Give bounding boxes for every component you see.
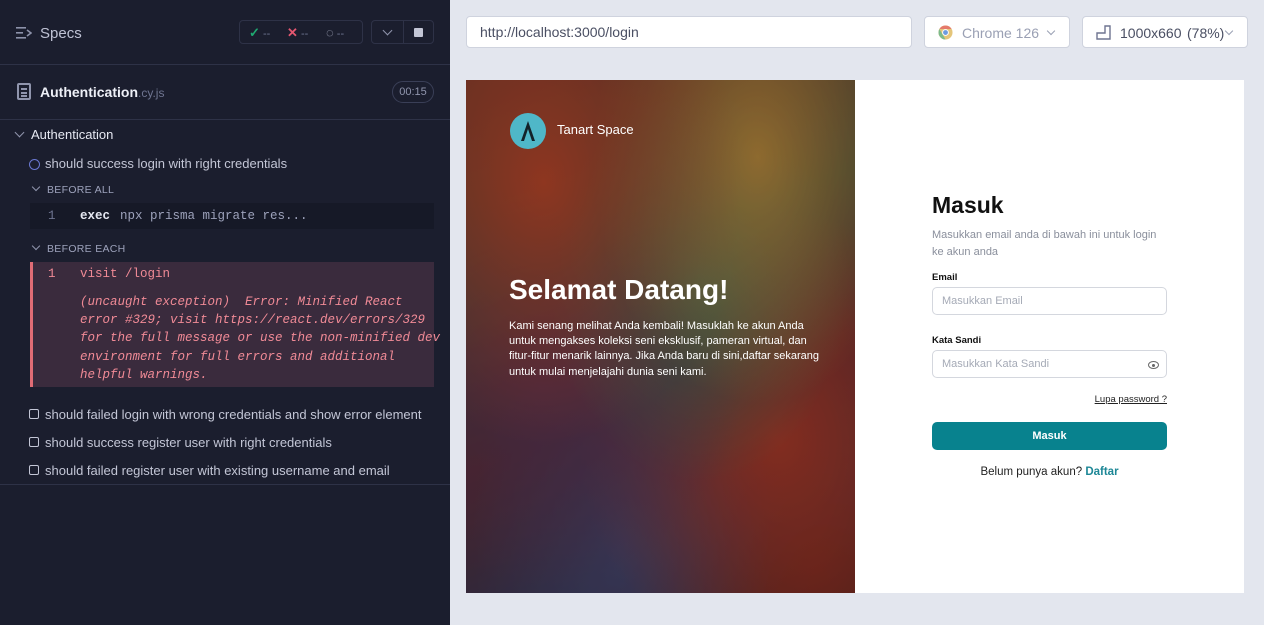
test-title[interactable]: should failed login with wrong credentia… bbox=[45, 407, 422, 422]
passed-stat: ✓ -- bbox=[249, 25, 270, 41]
stop-icon[interactable] bbox=[414, 28, 423, 37]
preview-pane: http://localhost:3000/login Chrome 126 1… bbox=[450, 0, 1264, 625]
signup-text: Belum punya akun? bbox=[980, 466, 1083, 478]
pending-icon bbox=[29, 437, 39, 447]
email-field[interactable]: Masukkan Email bbox=[932, 287, 1167, 315]
ruler-icon bbox=[1096, 25, 1111, 40]
command-number: 1 bbox=[48, 209, 56, 223]
brand-name: Tanart Space bbox=[557, 122, 634, 137]
viewport-scale: (78%) bbox=[1187, 25, 1225, 41]
check-icon: ✓ bbox=[249, 25, 260, 40]
hook-before-all[interactable]: BEFORE ALL bbox=[47, 184, 114, 196]
app-preview: Tanart Space Selamat Datang! Kami senang… bbox=[466, 80, 1244, 593]
signup-link[interactable]: Daftar bbox=[1085, 466, 1118, 478]
form-subtitle: Masukkan email anda di bawah ini untuk l… bbox=[932, 229, 1157, 258]
pending-icon bbox=[29, 465, 39, 475]
chevron-down-icon[interactable] bbox=[14, 127, 25, 138]
running-icon bbox=[29, 159, 40, 170]
chevron-down-icon bbox=[1224, 26, 1234, 36]
spec-file-ext: .cy.js bbox=[138, 86, 165, 100]
form-title: Masuk bbox=[932, 192, 1004, 218]
pending-stat: ◌ -- bbox=[326, 25, 344, 40]
logo-icon bbox=[510, 113, 546, 149]
signup-prompt: Belum punya akun? Daftar bbox=[932, 466, 1167, 478]
spec-file-name[interactable]: Authentication.cy.js bbox=[40, 84, 164, 100]
chevron-down-icon bbox=[1046, 26, 1056, 36]
command-message: npx prisma migrate res... bbox=[120, 209, 308, 223]
command-name: visit /login bbox=[80, 267, 171, 281]
command-exec[interactable]: 1 exec npx prisma migrate res... bbox=[30, 203, 434, 229]
url-bar[interactable]: http://localhost:3000/login bbox=[466, 16, 912, 48]
specs-title[interactable]: Specs bbox=[40, 25, 82, 42]
hero-artwork: Tanart Space Selamat Datang! Kami senang… bbox=[466, 80, 855, 593]
spec-file-row: Authentication.cy.js 00:15 bbox=[0, 65, 450, 120]
cross-icon: ✕ bbox=[287, 25, 298, 40]
loading-icon: ◌ bbox=[326, 25, 334, 40]
password-field[interactable]: Masukkan Kata Sandi bbox=[932, 350, 1167, 378]
hero-title: Selamat Datang! bbox=[509, 274, 729, 305]
duration-badge: 00:15 bbox=[392, 81, 434, 103]
forgot-password-link[interactable]: Lupa password ? bbox=[1095, 394, 1167, 405]
command-number: 1 bbox=[48, 267, 56, 281]
test-title-running[interactable]: should success login with right credenti… bbox=[45, 156, 287, 171]
chevron-down-icon[interactable] bbox=[31, 241, 41, 251]
chrome-icon bbox=[938, 25, 953, 40]
command-visit-error[interactable]: 1 visit /login (uncaught exception) Erro… bbox=[30, 262, 441, 387]
browser-label: Chrome 126 bbox=[962, 25, 1040, 41]
divider bbox=[0, 484, 450, 485]
command-name: exec bbox=[80, 209, 111, 223]
run-controls bbox=[371, 20, 434, 44]
pending-icon bbox=[29, 409, 39, 419]
hook-before-each[interactable]: BEFORE EACH bbox=[47, 243, 126, 255]
error-message: (uncaught exception) Error: Minified Rea… bbox=[80, 295, 441, 382]
login-form: Masuk Masukkan email anda di bawah ini u… bbox=[932, 80, 1172, 593]
email-label: Email bbox=[932, 272, 958, 283]
viewport-select[interactable]: 1000x660 (78%) bbox=[1082, 16, 1248, 48]
failed-stat: ✕ -- bbox=[287, 25, 308, 41]
test-title[interactable]: should failed register user with existin… bbox=[45, 463, 390, 478]
pending-count: -- bbox=[336, 28, 345, 40]
chevron-down-icon[interactable] bbox=[31, 182, 41, 192]
suite-title[interactable]: Authentication bbox=[31, 127, 113, 142]
test-title[interactable]: should success register user with right … bbox=[45, 435, 332, 450]
passed-count: -- bbox=[262, 28, 271, 40]
hero-text: Kami senang melihat Anda kembali! Masukl… bbox=[509, 320, 819, 378]
specs-list-icon[interactable] bbox=[16, 26, 32, 40]
failed-count: -- bbox=[300, 28, 309, 40]
runner-panel: Specs ✓ -- ✕ -- ◌ -- Authentication.cy.j bbox=[0, 0, 450, 625]
login-button[interactable]: Masuk bbox=[932, 422, 1167, 450]
eye-icon[interactable] bbox=[1148, 361, 1159, 369]
specs-header: Specs ✓ -- ✕ -- ◌ -- bbox=[0, 0, 450, 65]
document-icon bbox=[17, 83, 31, 100]
viewport-size: 1000x660 bbox=[1120, 25, 1182, 41]
chevron-down-icon[interactable] bbox=[382, 25, 393, 36]
password-label: Kata Sandi bbox=[932, 335, 982, 346]
password-placeholder: Masukkan Kata Sandi bbox=[942, 358, 1050, 370]
test-stats: ✓ -- ✕ -- ◌ -- bbox=[239, 20, 363, 44]
browser-select[interactable]: Chrome 126 bbox=[924, 16, 1070, 48]
